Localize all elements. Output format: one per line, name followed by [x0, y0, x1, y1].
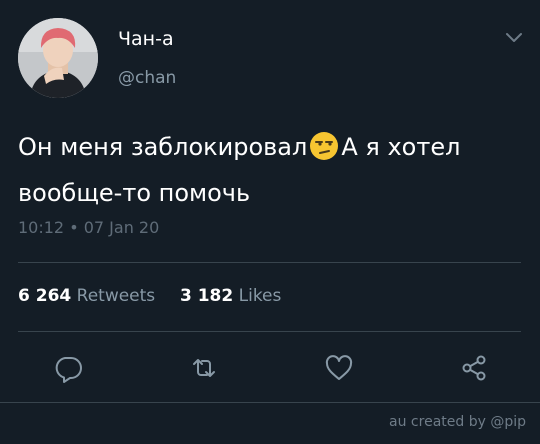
avatar-photo	[18, 18, 98, 98]
timestamp[interactable]: 10:12 • 07 Jan 20	[18, 218, 159, 237]
tweet-text: Он меня заблокировал А я хотел вообще-то …	[18, 124, 523, 216]
user-handle[interactable]: @chan	[118, 68, 176, 88]
retweets-count[interactable]: 6 264	[18, 286, 71, 306]
divider	[18, 262, 521, 263]
avatar[interactable]	[18, 18, 98, 98]
stats-row: 6 264 Retweets 3 182 Likes	[18, 286, 281, 306]
tweet-text-part1: Он меня заблокировал	[18, 133, 308, 161]
divider	[18, 331, 521, 332]
reply-icon[interactable]	[52, 352, 84, 384]
unamused-face-emoji-icon	[309, 130, 339, 160]
display-name[interactable]: Чан-а	[118, 28, 174, 50]
heart-icon[interactable]	[323, 352, 355, 384]
retweets-label[interactable]: Retweets	[77, 286, 156, 306]
chevron-down-icon[interactable]	[504, 30, 524, 46]
divider	[0, 402, 540, 403]
likes-count[interactable]: 3 182	[180, 286, 233, 306]
credit-text: au created by @pip	[389, 414, 526, 430]
retweet-icon[interactable]	[188, 352, 220, 384]
likes-label[interactable]: Likes	[239, 286, 282, 306]
share-icon[interactable]	[458, 352, 490, 384]
